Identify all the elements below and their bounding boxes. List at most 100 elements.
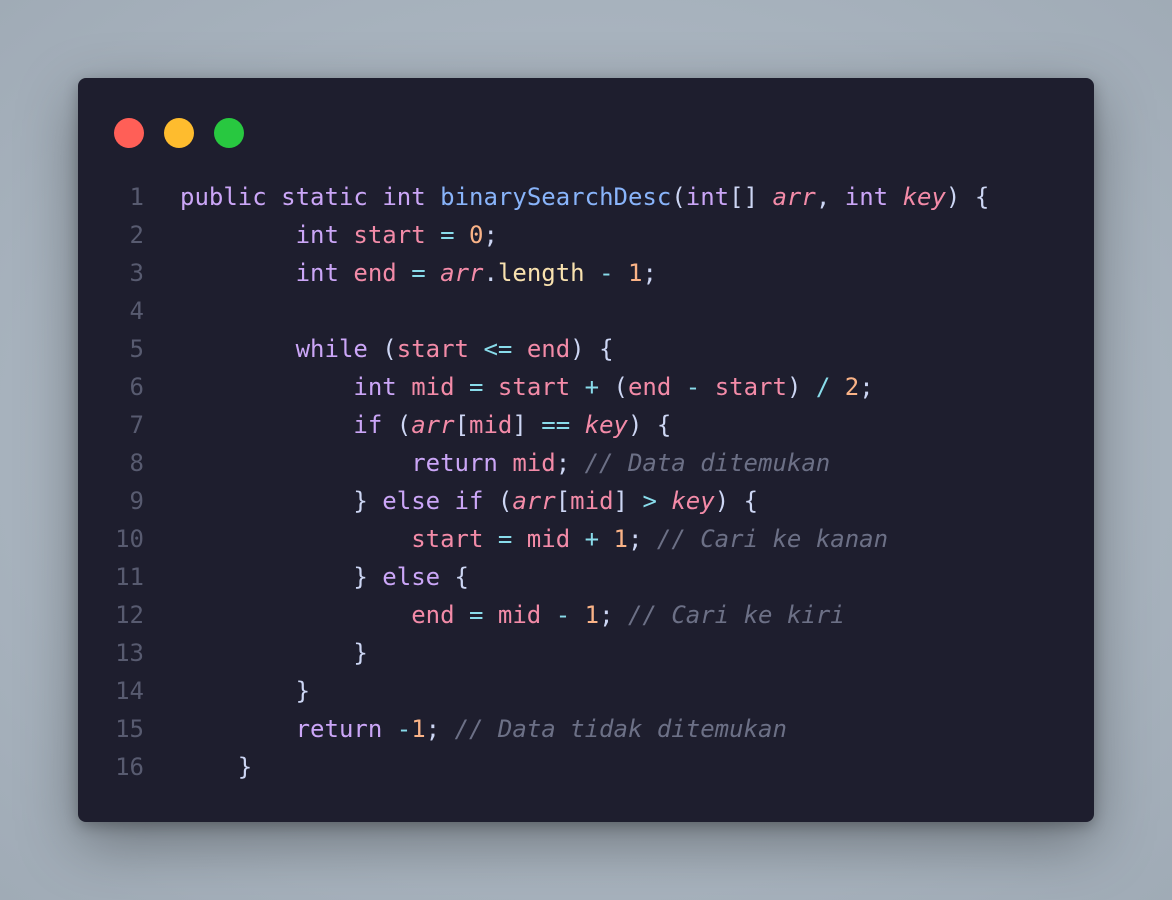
line-code: start = mid + 1; // Cari ke kanan [180,520,888,558]
line-number: 4 [129,297,144,325]
code-token: while [295,335,368,363]
code-token: . [483,259,498,287]
code-token: ; [555,449,585,477]
code-token: / [815,373,831,401]
code-token: end [353,259,397,287]
code-token: mid [526,525,571,553]
line-number: 2 [129,221,144,249]
code-token: else [382,487,441,515]
code-line: 5 while (start <= end) { [78,330,1094,368]
code-token: ( [367,335,397,363]
line-number: 15 [115,715,144,743]
line-number: 13 [115,639,144,667]
code-token: ] [613,487,643,515]
code-token: [ [454,411,470,439]
code-token: end [627,373,672,401]
code-token: } [295,677,311,705]
code-token: ; [859,373,874,401]
code-token: = [411,259,426,287]
line-number: 14 [115,677,144,705]
code-token: = [440,221,455,249]
code-token: int [295,221,339,249]
code-token: if [353,411,383,439]
code-token: start [497,373,571,401]
code-token: > [642,487,657,515]
line-code: public static int binarySearchDesc(int[]… [180,178,989,216]
code-token: end [526,335,571,363]
line-code: end = mid - 1; // Cari ke kiri [180,596,845,634]
code-token: 0 [469,221,484,249]
close-button[interactable] [114,118,144,148]
code-token: ; [425,715,455,743]
code-token: = [469,601,484,629]
code-token: = [469,373,484,401]
code-token: key [671,487,715,515]
code-token: == [541,411,571,439]
code-line: 9 } else if (arr[mid] > key) { [78,482,1094,520]
code-token: 1 [411,715,426,743]
line-number: 3 [129,259,144,287]
line-code: } [180,672,310,710]
code-token: mid [469,411,513,439]
code-token: [ [555,487,571,515]
code-line: 12 end = mid - 1; // Cari ke kiri [78,596,1094,634]
code-token: arr [772,183,816,211]
code-token: + [584,373,600,401]
code-token: mid [411,373,455,401]
code-token: = [497,525,513,553]
code-token: ; [599,601,628,629]
code-token: else [382,563,441,591]
line-number: 1 [129,183,144,211]
code-token: ) { [714,487,759,515]
code-token: // Cari ke kiri [627,601,845,629]
code-token: ] [512,411,542,439]
code-token: mid [570,487,614,515]
maximize-button[interactable] [214,118,244,148]
code-line: 14 } [78,672,1094,710]
code-token: ( [483,487,513,515]
code-token: // Data tidak ditemukan [454,715,787,743]
code-token: ) { [945,183,990,211]
code-line: 2 int start = 0; [78,216,1094,254]
code-window: 1 public static int binarySearchDesc(int[… [78,78,1094,822]
code-token: ) [786,373,816,401]
code-token: arr [512,487,556,515]
code-token: ; [627,525,657,553]
code-token: - [396,715,412,743]
code-token: - [599,259,614,287]
code-line: 16 } [78,748,1094,786]
code-token: // Data ditemukan [584,449,831,477]
minimize-button[interactable] [164,118,194,148]
code-token: int [382,183,426,211]
code-token: if [454,487,484,515]
code-token: int [844,183,889,211]
code-token: // Cari ke kanan [656,525,889,553]
line-code: if (arr[mid] == key) { [180,406,671,444]
code-token: mid [512,449,556,477]
code-token: arr [440,259,484,287]
code-token: ) { [628,411,672,439]
